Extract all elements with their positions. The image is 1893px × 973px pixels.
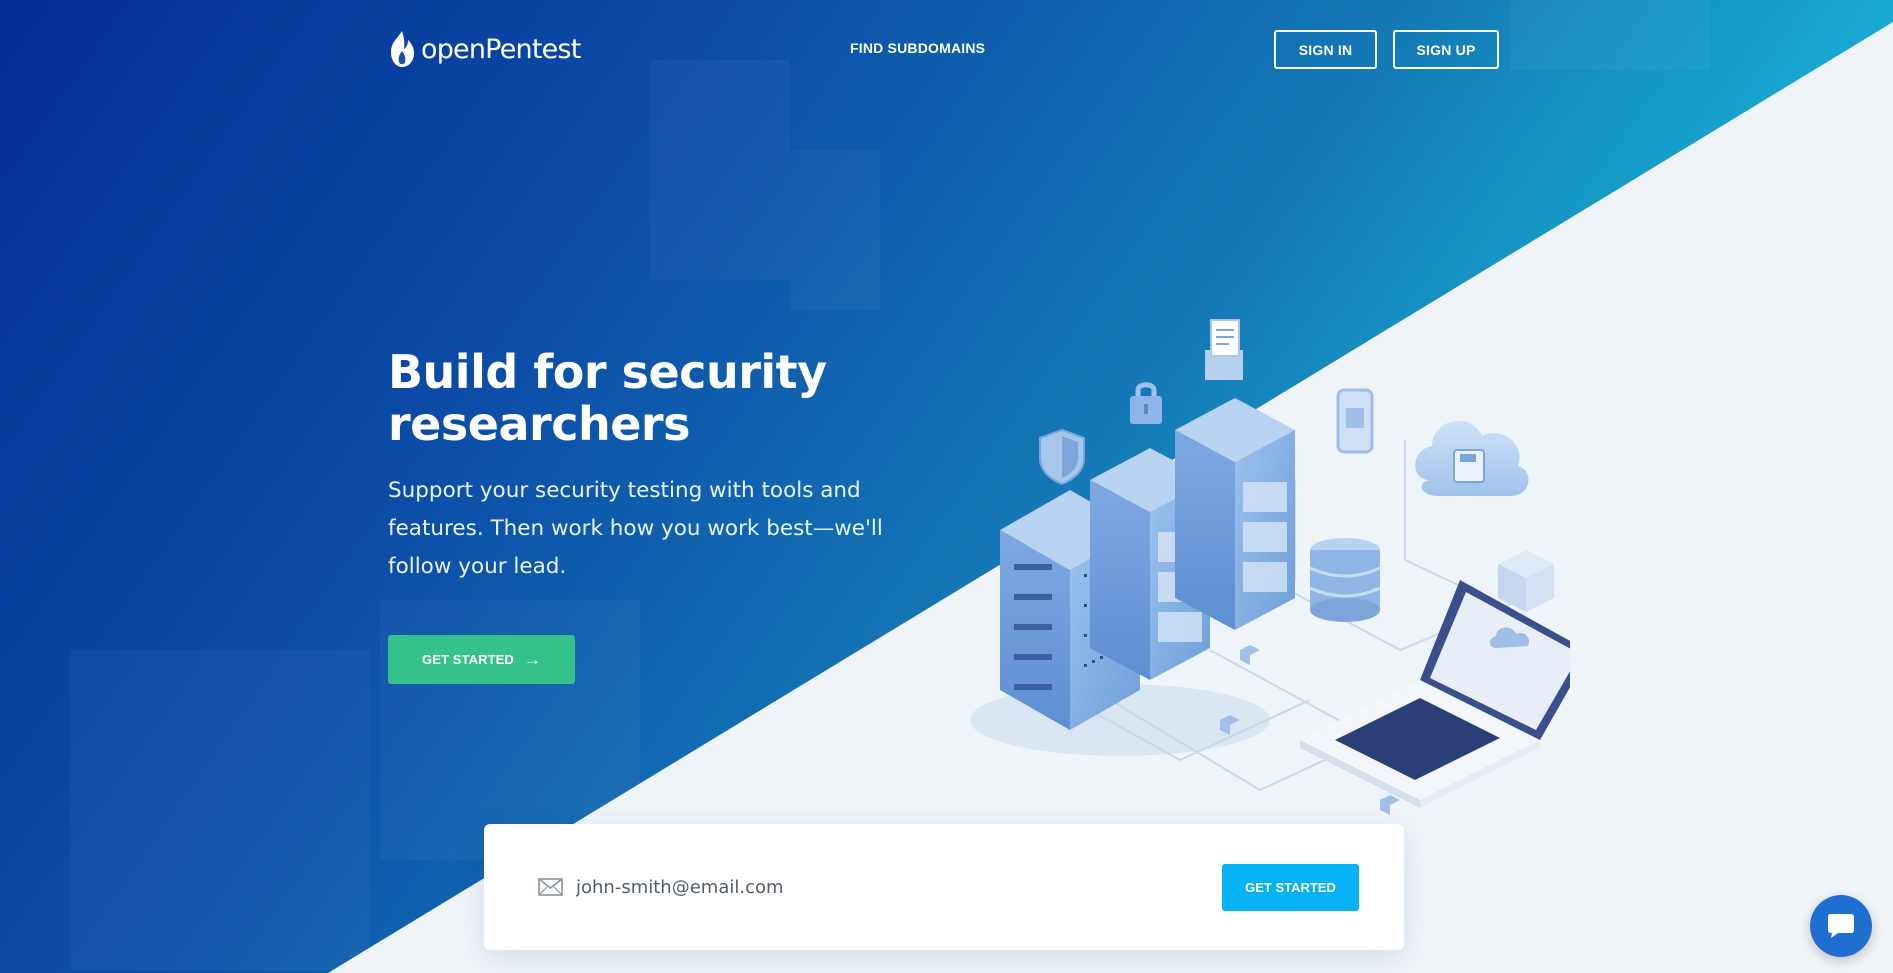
chat-button[interactable] xyxy=(1810,895,1872,957)
hero-description: Support your security testing with tools… xyxy=(388,478,883,579)
email-signup-card: GET STARTED xyxy=(484,824,1404,950)
cloud-icon xyxy=(1415,420,1529,496)
flame-icon xyxy=(391,31,414,67)
shield-icon xyxy=(1039,428,1085,486)
hero-title: Build for security researchers xyxy=(388,345,827,451)
phone-icon xyxy=(1336,388,1374,454)
sign-up-button[interactable]: SIGN UP xyxy=(1393,30,1499,69)
bg-shape xyxy=(790,150,880,310)
arrow-right-icon: → xyxy=(523,649,541,669)
signup-get-started-button[interactable]: GET STARTED xyxy=(1222,864,1359,911)
brand-logo[interactable]: openPentest xyxy=(387,29,581,69)
cube-icon xyxy=(1498,550,1554,612)
email-input[interactable] xyxy=(576,868,1196,906)
bg-shape xyxy=(70,650,370,970)
get-started-label: GET STARTED xyxy=(422,652,514,667)
database-icon xyxy=(1309,538,1381,622)
sign-in-button[interactable]: SIGN IN xyxy=(1274,30,1377,69)
document-icon xyxy=(1205,319,1243,380)
envelope-icon xyxy=(538,878,563,896)
brand-name: openPentest xyxy=(421,33,581,65)
server-rack xyxy=(1175,398,1295,630)
chat-bubble-icon xyxy=(1828,914,1854,938)
site-header: openPentest FIND SUBDOMAINS SIGN IN SIGN… xyxy=(0,0,1893,100)
servers-illustration xyxy=(970,319,1570,815)
lock-icon xyxy=(1130,382,1162,424)
get-started-button[interactable]: GET STARTED → xyxy=(388,635,575,684)
nav-find-subdomains[interactable]: FIND SUBDOMAINS xyxy=(850,40,985,56)
